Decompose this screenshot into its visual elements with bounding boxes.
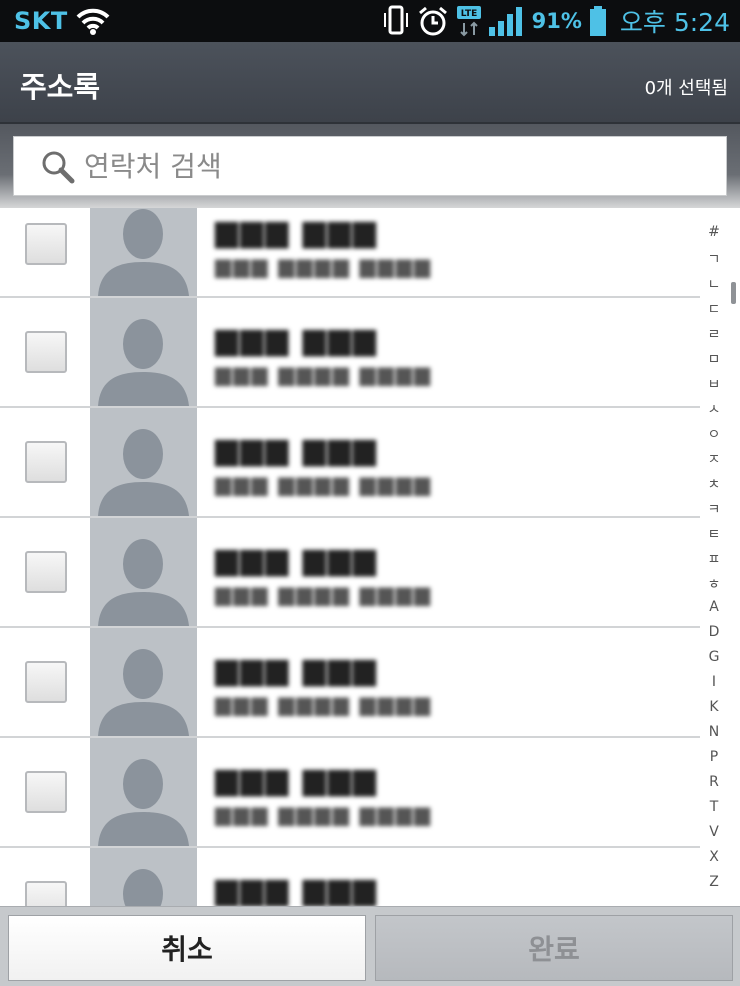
person-placeholder-icon (98, 539, 189, 626)
contact-list[interactable]: ▆▆▆ ▆▆▆ ▆▆▆ ▆▆▆▆ ▆▆▆▆ ▆▆▆ ▆▆▆ ▆▆▆ ▆▆▆▆ ▆… (0, 208, 700, 906)
status-bar: SKT LTE 91% 오후 5:24 (0, 0, 740, 42)
index-letter[interactable]: ㄷ (700, 299, 728, 319)
index-letter[interactable]: D (700, 624, 728, 640)
avatar (90, 848, 197, 906)
index-letter[interactable]: ㅇ (700, 424, 728, 444)
contact-checkbox[interactable] (25, 441, 67, 483)
carrier-label: SKT (14, 7, 68, 35)
contact-checkbox[interactable] (25, 223, 67, 265)
person-placeholder-icon (98, 319, 189, 406)
contact-number: ▆▆▆ ▆▆▆▆ ▆▆▆▆ (215, 582, 432, 606)
contact-checkbox[interactable] (25, 881, 67, 906)
index-letter[interactable]: ㅍ (700, 549, 728, 569)
index-letter[interactable]: X (700, 849, 728, 865)
person-placeholder-icon (98, 429, 189, 516)
index-letter[interactable]: R (700, 774, 728, 790)
index-letter[interactable]: # (700, 224, 728, 240)
index-letter[interactable]: ㅈ (700, 449, 728, 469)
search-box[interactable] (13, 136, 727, 196)
avatar (90, 208, 197, 296)
contact-name: ▆▆▆ ▆▆▆ (215, 652, 378, 687)
person-placeholder-icon (123, 869, 163, 906)
avatar (90, 518, 197, 626)
index-letter[interactable]: ㅂ (700, 374, 728, 394)
search-area (0, 124, 740, 208)
contact-number: ▆▆▆ ▆▆▆▆ ▆▆▆▆ (215, 802, 432, 826)
avatar (90, 298, 197, 406)
avatar (90, 408, 197, 516)
index-letter[interactable]: ㄴ (700, 274, 728, 294)
person-placeholder-icon (98, 649, 189, 736)
index-letter[interactable]: G (700, 649, 728, 665)
contact-number: ▆▆▆ ▆▆▆▆ ▆▆▆▆ (215, 254, 432, 278)
index-letter[interactable]: ㅋ (700, 499, 728, 519)
index-letter[interactable]: A (700, 599, 728, 615)
contact-checkbox[interactable] (25, 551, 67, 593)
app-header: 주소록 0개 선택됨 (0, 42, 740, 124)
contact-row[interactable]: ▆▆▆ ▆▆▆ ▆▆▆ ▆▆▆▆ ▆▆▆▆ (0, 628, 700, 738)
person-placeholder-icon (98, 759, 189, 846)
index-letter[interactable]: ㅎ (700, 574, 728, 594)
index-letter[interactable]: ㅁ (700, 349, 728, 369)
wifi-icon (76, 8, 110, 35)
page-title: 주소록 (20, 70, 101, 104)
lte-icon: LTE (456, 6, 481, 37)
person-placeholder-icon (98, 209, 189, 296)
contact-name: ▆▆▆ ▆▆▆ (215, 432, 378, 467)
index-letter[interactable]: ㅅ (700, 399, 728, 419)
contact-row[interactable]: ▆▆▆ ▆▆▆ ▆▆▆ ▆▆▆▆ ▆▆▆▆ (0, 518, 700, 628)
contact-row[interactable]: ▆▆▆ ▆▆▆ ▆▆▆ ▆▆▆▆ ▆▆▆▆ (0, 738, 700, 848)
contact-row[interactable]: ▆▆▆ ▆▆▆ (0, 848, 700, 906)
contact-checkbox[interactable] (25, 771, 67, 813)
contact-name: ▆▆▆ ▆▆▆ (215, 762, 378, 797)
signal-icon (488, 7, 522, 36)
contact-name: ▆▆▆ ▆▆▆ (215, 322, 378, 357)
contact-name: ▆▆▆ ▆▆▆ (215, 214, 378, 249)
avatar (90, 738, 197, 846)
status-icons: LTE 91% 오후 5:24 (382, 0, 730, 42)
contact-number: ▆▆▆ ▆▆▆▆ ▆▆▆▆ (215, 692, 432, 716)
contact-name: ▆▆▆ ▆▆▆ (215, 872, 378, 906)
index-letter[interactable]: ㄹ (700, 324, 728, 344)
index-letter[interactable]: P (700, 749, 728, 765)
selected-count: 0개 선택됨 (644, 78, 728, 99)
contact-row[interactable]: ▆▆▆ ▆▆▆ ▆▆▆ ▆▆▆▆ ▆▆▆▆ (0, 208, 700, 298)
alphabet-index[interactable]: # ㄱㄴㄷㄹㅁㅂㅅㅇㅈㅊㅋㅌㅍㅎ A D G I K N P R T V X Z (700, 208, 740, 906)
search-icon (42, 151, 75, 184)
index-letter[interactable]: I (700, 674, 728, 690)
avatar (90, 628, 197, 736)
bottom-bar: 취소 완료 (0, 906, 740, 986)
index-letter[interactable]: N (700, 724, 728, 740)
scrollbar-thumb[interactable] (731, 282, 736, 304)
contact-number: ▆▆▆ ▆▆▆▆ ▆▆▆▆ (215, 362, 432, 386)
index-letter[interactable]: K (700, 699, 728, 715)
alarm-icon (418, 6, 447, 36)
svg-text:LTE: LTE (460, 9, 477, 19)
index-letter[interactable]: T (700, 799, 728, 815)
contact-row[interactable]: ▆▆▆ ▆▆▆ ▆▆▆ ▆▆▆▆ ▆▆▆▆ (0, 408, 700, 518)
contact-number: ▆▆▆ ▆▆▆▆ ▆▆▆▆ (215, 472, 432, 496)
contact-checkbox[interactable] (25, 331, 67, 373)
done-button[interactable]: 완료 (375, 915, 733, 981)
clock: 오후 5:24 (619, 8, 730, 37)
battery-icon (589, 6, 606, 36)
index-letter[interactable]: Z (700, 874, 728, 890)
contact-row[interactable]: ▆▆▆ ▆▆▆ ▆▆▆ ▆▆▆▆ ▆▆▆▆ (0, 298, 700, 408)
index-letter[interactable]: V (700, 824, 728, 840)
cancel-button[interactable]: 취소 (8, 915, 366, 981)
contact-checkbox[interactable] (25, 661, 67, 703)
vibrate-icon (383, 5, 408, 35)
index-letter[interactable]: ㅌ (700, 524, 728, 544)
contact-name: ▆▆▆ ▆▆▆ (215, 542, 378, 577)
index-letter[interactable]: ㄱ (700, 249, 728, 269)
index-letter[interactable]: ㅊ (700, 474, 728, 494)
battery-percent: 91% (531, 9, 582, 33)
search-input[interactable] (84, 145, 704, 187)
